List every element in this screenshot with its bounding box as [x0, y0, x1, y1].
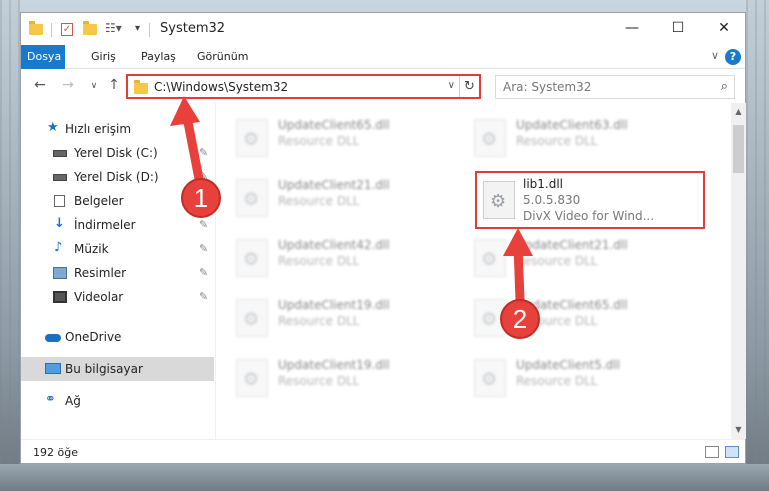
annotation-arrows	[170, 96, 533, 305]
arrow-to-highlighted-file	[503, 228, 533, 305]
callout-step-1: 1	[181, 178, 221, 218]
callout-step-2: 2	[500, 299, 540, 339]
arrow-to-address-bar	[170, 96, 205, 189]
